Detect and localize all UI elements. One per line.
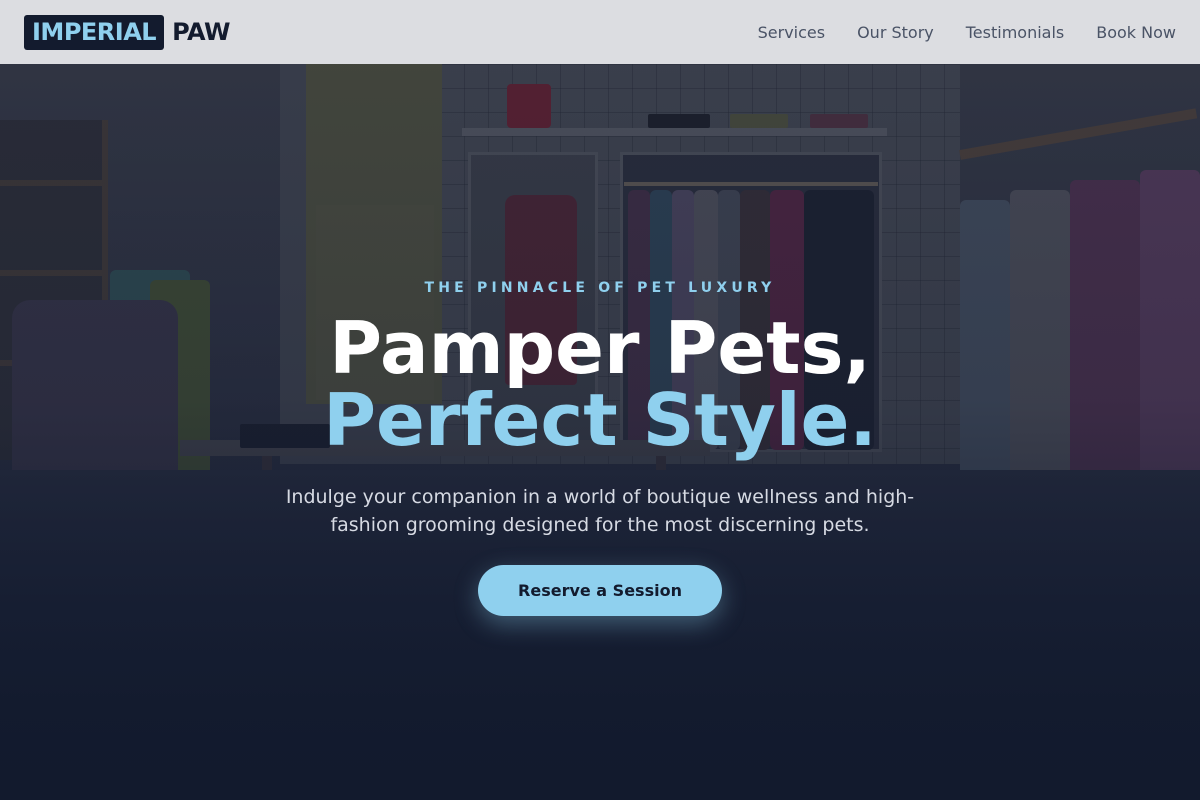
reserve-session-button[interactable]: Reserve a Session — [478, 565, 722, 616]
logo-text: PAW — [172, 18, 230, 46]
hero-subtext: Indulge your companion in a world of bou… — [285, 486, 915, 536]
nav-link-our-story[interactable]: Our Story — [857, 23, 934, 42]
headline-line-2: Perfect Style. — [323, 378, 877, 462]
headline-line-1: Pamper Pets, — [329, 306, 871, 390]
nav-link-testimonials[interactable]: Testimonials — [966, 23, 1065, 42]
logo-box-text: IMPERIAL — [24, 14, 165, 50]
nav-links: Services Our Story Testimonials Book Now — [758, 23, 1176, 42]
nav-link-book-now[interactable]: Book Now — [1096, 23, 1176, 42]
brand-logo[interactable]: IMPERIAL PAW — [24, 14, 230, 50]
hero-eyebrow: THE PINNACLE OF PET LUXURY — [424, 280, 776, 296]
hero-headline: Pamper Pets, Perfect Style. — [0, 312, 1200, 456]
nav-link-services[interactable]: Services — [758, 23, 825, 42]
top-navbar: IMPERIAL PAW Services Our Story Testimon… — [0, 0, 1200, 64]
